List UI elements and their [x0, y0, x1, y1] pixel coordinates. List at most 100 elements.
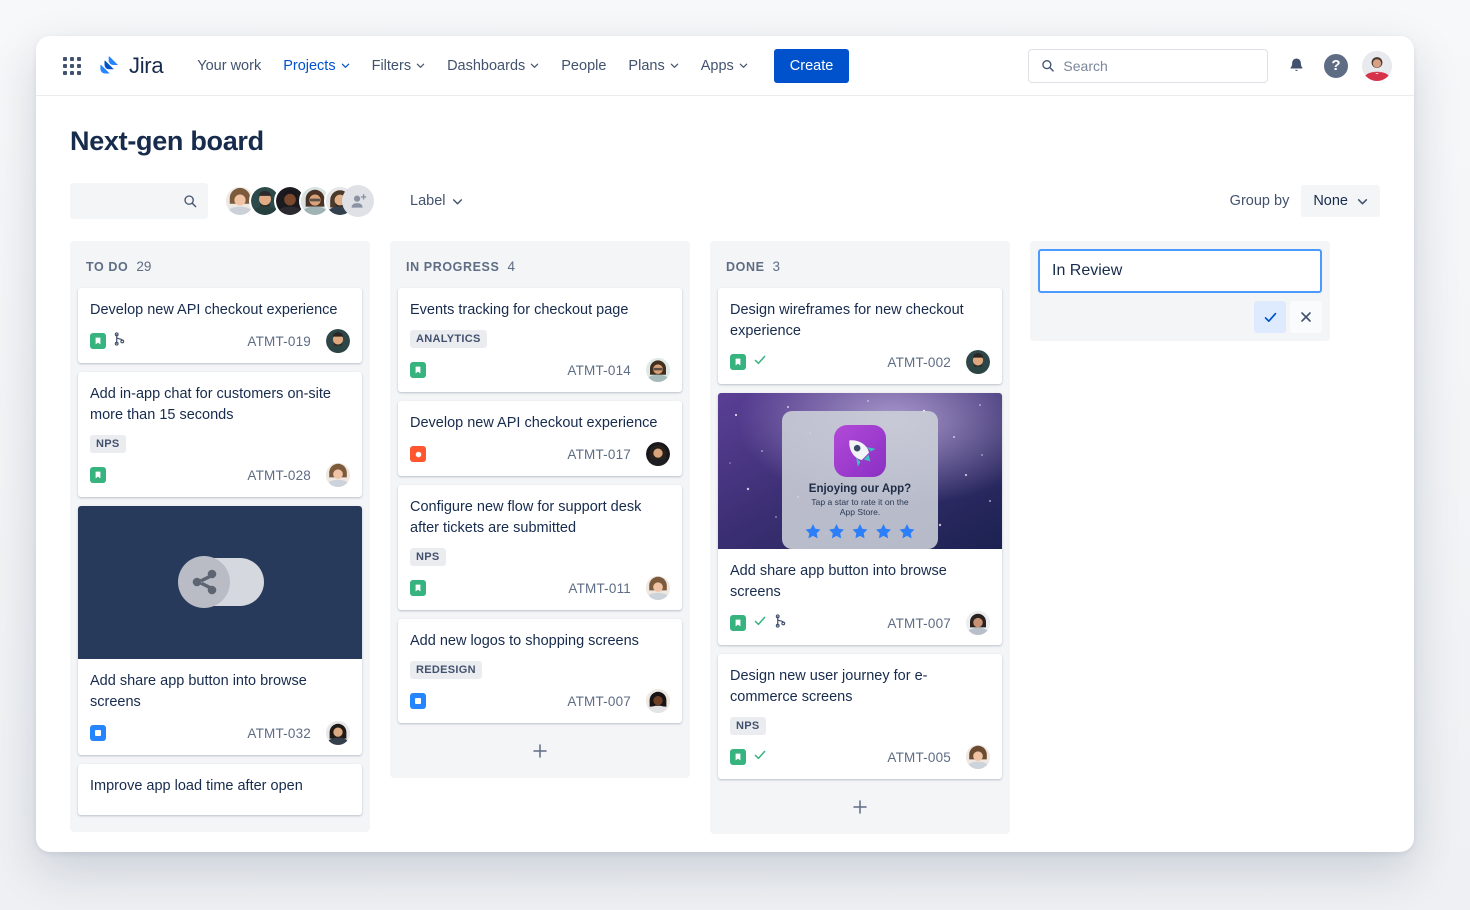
close-icon: [1299, 310, 1313, 324]
card-assignee-avatar[interactable]: [966, 745, 990, 769]
bell-icon: [1287, 56, 1306, 75]
done-check-icon: [753, 614, 767, 633]
chevron-down-icon: [416, 61, 425, 70]
avatar-image: [966, 350, 990, 374]
card-ATMT-028[interactable]: Add in-app chat for customers on-site mo…: [78, 372, 362, 497]
card-assignee-avatar[interactable]: [646, 442, 670, 466]
card-assignee-avatar[interactable]: [326, 329, 350, 353]
add-person-icon: [350, 193, 367, 210]
jira-icon: [98, 54, 122, 78]
board-container: Next-gen board: [36, 96, 1414, 852]
card-cover-share-toggle: [78, 506, 362, 659]
cancel-new-column-button[interactable]: [1290, 301, 1322, 333]
column-count: 3: [773, 259, 781, 274]
board-search-input[interactable]: [83, 193, 183, 209]
chevron-down-icon: [341, 61, 350, 70]
new-column-name-input[interactable]: [1038, 249, 1322, 293]
card-title: Develop new API checkout experience: [410, 413, 670, 434]
card-key: ATMT-017: [567, 447, 631, 462]
app-switcher-icon[interactable]: [56, 50, 88, 82]
user-avatar[interactable]: [1362, 51, 1392, 81]
global-search-input[interactable]: [1063, 58, 1255, 74]
card-improve-load-time[interactable]: Improve app load time after open: [78, 764, 362, 815]
chevron-down-icon: [670, 61, 679, 70]
create-button[interactable]: Create: [774, 49, 850, 83]
column-header[interactable]: DONE 3: [718, 251, 1002, 288]
group-by-dropdown[interactable]: None: [1301, 185, 1380, 217]
board-toolbar: Label Group by None: [70, 183, 1380, 219]
column-header[interactable]: IN PROGRESS 4: [398, 251, 682, 288]
add-person-button[interactable]: [342, 185, 374, 217]
column-title: TO DO: [86, 260, 128, 274]
nav-item-your-work[interactable]: Your work: [187, 51, 271, 81]
card-ATMT-007-done[interactable]: Enjoying our App? Tap a star to rate it …: [718, 393, 1002, 645]
task-type-icon: [90, 725, 106, 741]
nav-item-dashboards[interactable]: Dashboards: [437, 51, 549, 81]
notifications-button[interactable]: [1282, 52, 1310, 80]
card-ATMT-019[interactable]: Develop new API checkout experience: [78, 288, 362, 363]
avatar-image: [646, 358, 670, 382]
check-icon: [1263, 310, 1278, 325]
card-title: Design wireframes for new checkout exper…: [730, 300, 990, 342]
svg-text:Tap a star to rate it on the: Tap a star to rate it on the: [811, 497, 909, 507]
card-assignee-avatar[interactable]: [646, 358, 670, 382]
avatar-image: [326, 329, 350, 353]
card-ATMT-005[interactable]: Design new user journey for e-commerce s…: [718, 654, 1002, 779]
card-ATMT-011[interactable]: Configure new flow for support desk afte…: [398, 485, 682, 610]
global-search[interactable]: [1028, 49, 1268, 83]
board-column-in-progress: IN PROGRESS 4 Events tracking for checko…: [390, 241, 690, 778]
card-assignee-avatar[interactable]: [646, 689, 670, 713]
nav-item-filters[interactable]: Filters: [362, 51, 435, 81]
card-label-tag: ANALYTICS: [410, 330, 487, 348]
column-title: DONE: [726, 260, 765, 274]
card-assignee-avatar[interactable]: [646, 576, 670, 600]
group-by-label: Group by: [1230, 193, 1290, 209]
nav-item-label: Projects: [283, 58, 335, 74]
card-key: ATMT-005: [887, 750, 951, 765]
card-ATMT-017[interactable]: Develop new API checkout experience ATMT…: [398, 401, 682, 476]
nav-item-people[interactable]: People: [551, 51, 616, 81]
story-type-icon: [730, 749, 746, 765]
card-assignee-avatar[interactable]: [966, 611, 990, 635]
label-filter-dropdown[interactable]: Label: [402, 187, 471, 215]
nav-links: Your work Projects Filters Dashboards Pe…: [187, 49, 849, 83]
new-column-actions: [1038, 301, 1322, 333]
column-count: 29: [136, 259, 151, 274]
confirm-new-column-button[interactable]: [1254, 301, 1286, 333]
nav-item-projects[interactable]: Projects: [273, 51, 359, 81]
card-ATMT-032[interactable]: Add share app button into browse screens…: [78, 506, 362, 755]
avatar-image: [1362, 51, 1392, 81]
card-assignee-avatar[interactable]: [966, 350, 990, 374]
story-type-icon: [90, 333, 106, 349]
card-label-tag: NPS: [410, 548, 446, 566]
nav-item-plans[interactable]: Plans: [618, 51, 688, 81]
done-check-icon: [753, 353, 767, 372]
bug-type-icon: [410, 446, 426, 462]
card-ATMT-002[interactable]: Design wireframes for new checkout exper…: [718, 288, 1002, 384]
card-assignee-avatar[interactable]: [326, 721, 350, 745]
avatar-image: [966, 611, 990, 635]
help-button[interactable]: ?: [1324, 54, 1348, 78]
card-key: ATMT-014: [567, 363, 631, 378]
story-type-icon: [730, 615, 746, 631]
card-label-tag: NPS: [730, 717, 766, 735]
branch-icon: [774, 614, 787, 633]
label-filter-text: Label: [410, 193, 445, 209]
board-search[interactable]: [70, 183, 208, 219]
card-title: Improve app load time after open: [90, 776, 350, 797]
nav-item-apps[interactable]: Apps: [691, 51, 758, 81]
column-header[interactable]: TO DO 29: [78, 251, 362, 288]
avatar-image: [646, 689, 670, 713]
add-card-button-in-progress[interactable]: [398, 732, 682, 770]
board-columns: TO DO 29 Develop new API checkout experi…: [70, 241, 1380, 852]
card-assignee-avatar[interactable]: [326, 463, 350, 487]
card-ATMT-014[interactable]: Events tracking for checkout page ANALYT…: [398, 288, 682, 392]
jira-logo[interactable]: Jira: [98, 53, 163, 79]
done-check-icon: [753, 748, 767, 767]
plus-icon: [851, 798, 869, 816]
card-key: ATMT-028: [247, 468, 311, 483]
column-title: IN PROGRESS: [406, 260, 499, 274]
card-ATMT-007-in-progress[interactable]: Add new logos to shopping screens REDESI…: [398, 619, 682, 723]
add-card-button-done[interactable]: [718, 788, 1002, 826]
toolbar-right: Group by None: [1230, 185, 1380, 217]
